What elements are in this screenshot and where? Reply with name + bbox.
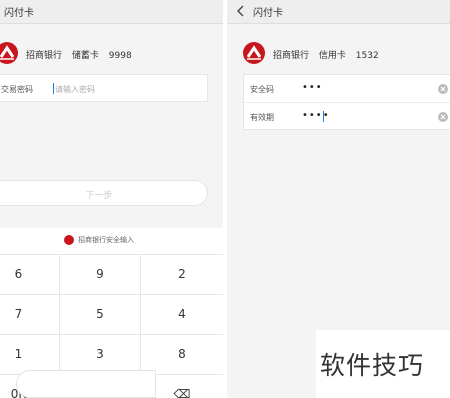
key-5[interactable]: 5 bbox=[60, 295, 141, 335]
key-label: 7 bbox=[14, 307, 23, 321]
clear-icon[interactable] bbox=[438, 84, 448, 94]
text-cursor bbox=[53, 83, 54, 94]
key-1[interactable]: 1 bbox=[0, 335, 60, 375]
key-8[interactable]: 8 bbox=[141, 335, 223, 375]
card-last4: 1532 bbox=[355, 51, 379, 61]
key-label: 6 bbox=[14, 267, 23, 281]
key-label: 5 bbox=[96, 307, 104, 321]
card-last4: 9998 bbox=[108, 51, 132, 61]
keyboard-header: 招商银行安全输入 bbox=[0, 228, 223, 254]
key-label: 8 bbox=[178, 347, 186, 361]
key-9[interactable]: 9 bbox=[60, 255, 141, 295]
bank-name: 招商银行 bbox=[26, 51, 63, 61]
cmb-logo-icon bbox=[0, 42, 18, 64]
key-label: 1 bbox=[14, 347, 23, 361]
expiry-label: 有效期 bbox=[250, 113, 274, 122]
card-info: 招商银行 储蓄卡 9998 bbox=[26, 48, 139, 61]
title-bar: 闪付卡 bbox=[0, 0, 223, 24]
back-arrow-icon[interactable] bbox=[235, 4, 247, 18]
card-details-form: 安全码 ••• 有效期 •••• bbox=[243, 74, 450, 130]
next-button[interactable]: 下一步 bbox=[0, 180, 208, 206]
expiry-row[interactable]: 有效期 •••• bbox=[244, 103, 450, 131]
page-title: 闪付卡 bbox=[4, 8, 34, 19]
cmb-logo-icon bbox=[243, 42, 265, 64]
left-screen: 闪付卡 招商银行 储蓄卡 9998 交易密码 请输入密码 下一步 招商银行安全输… bbox=[0, 0, 223, 398]
key-label: 3 bbox=[96, 347, 104, 361]
security-code-input[interactable]: ••• bbox=[302, 82, 323, 93]
watermark-text: 软件技巧 bbox=[320, 351, 425, 380]
password-input[interactable]: 请输入密码 bbox=[55, 84, 95, 95]
key-label: 4 bbox=[178, 307, 186, 321]
key-2[interactable]: 2 bbox=[141, 255, 223, 295]
text-cursor bbox=[323, 111, 324, 122]
password-field[interactable]: 交易密码 请输入密码 bbox=[0, 74, 208, 102]
bottom-button[interactable] bbox=[16, 370, 156, 398]
clear-icon[interactable] bbox=[438, 112, 448, 122]
password-label: 交易密码 bbox=[1, 85, 33, 94]
card-info: 招商银行 信用卡 1532 bbox=[273, 48, 386, 61]
next-button-label: 下一步 bbox=[85, 191, 113, 201]
card-type: 储蓄卡 bbox=[71, 51, 99, 61]
expiry-input[interactable]: •••• bbox=[302, 110, 330, 121]
key-3[interactable]: 3 bbox=[60, 335, 141, 375]
bank-name: 招商银行 bbox=[273, 51, 310, 61]
cmb-small-logo-icon bbox=[64, 235, 74, 245]
keyboard-header-text: 招商银行安全输入 bbox=[78, 236, 134, 244]
security-code-label: 安全码 bbox=[250, 85, 274, 94]
security-code-row[interactable]: 安全码 ••• bbox=[244, 75, 450, 103]
title-bar: 闪付卡 bbox=[227, 0, 450, 24]
key-7[interactable]: 7 bbox=[0, 295, 60, 335]
card-type: 信用卡 bbox=[318, 51, 346, 61]
key-label: 9 bbox=[96, 267, 104, 281]
key-4[interactable]: 4 bbox=[141, 295, 223, 335]
page-title: 闪付卡 bbox=[253, 8, 283, 19]
watermark: 软件技巧 bbox=[316, 330, 450, 398]
key-6[interactable]: 6 bbox=[0, 255, 60, 295]
key-label: 2 bbox=[178, 267, 186, 281]
